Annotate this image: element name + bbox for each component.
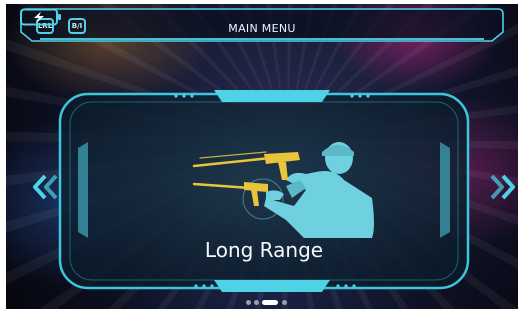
top-bar: LRL B/I MAIN MENU xyxy=(20,8,504,42)
mode-card[interactable]: Long Range xyxy=(54,88,474,294)
app-screen: LRL B/I MAIN MENU Long Range xyxy=(6,4,518,309)
mode-card-frame xyxy=(58,90,470,292)
mode-title: Long Range xyxy=(204,238,324,262)
page-dot[interactable] xyxy=(246,300,251,305)
page-dot[interactable] xyxy=(254,300,259,305)
page-indicator xyxy=(242,298,302,308)
page-dot-active[interactable] xyxy=(262,300,278,305)
page-dot[interactable] xyxy=(282,300,287,305)
double-chevron-right-icon[interactable] xyxy=(488,172,518,202)
page-title: MAIN MENU xyxy=(228,22,296,35)
double-chevron-left-icon[interactable] xyxy=(30,172,60,202)
battery-charging-icon xyxy=(20,8,61,26)
